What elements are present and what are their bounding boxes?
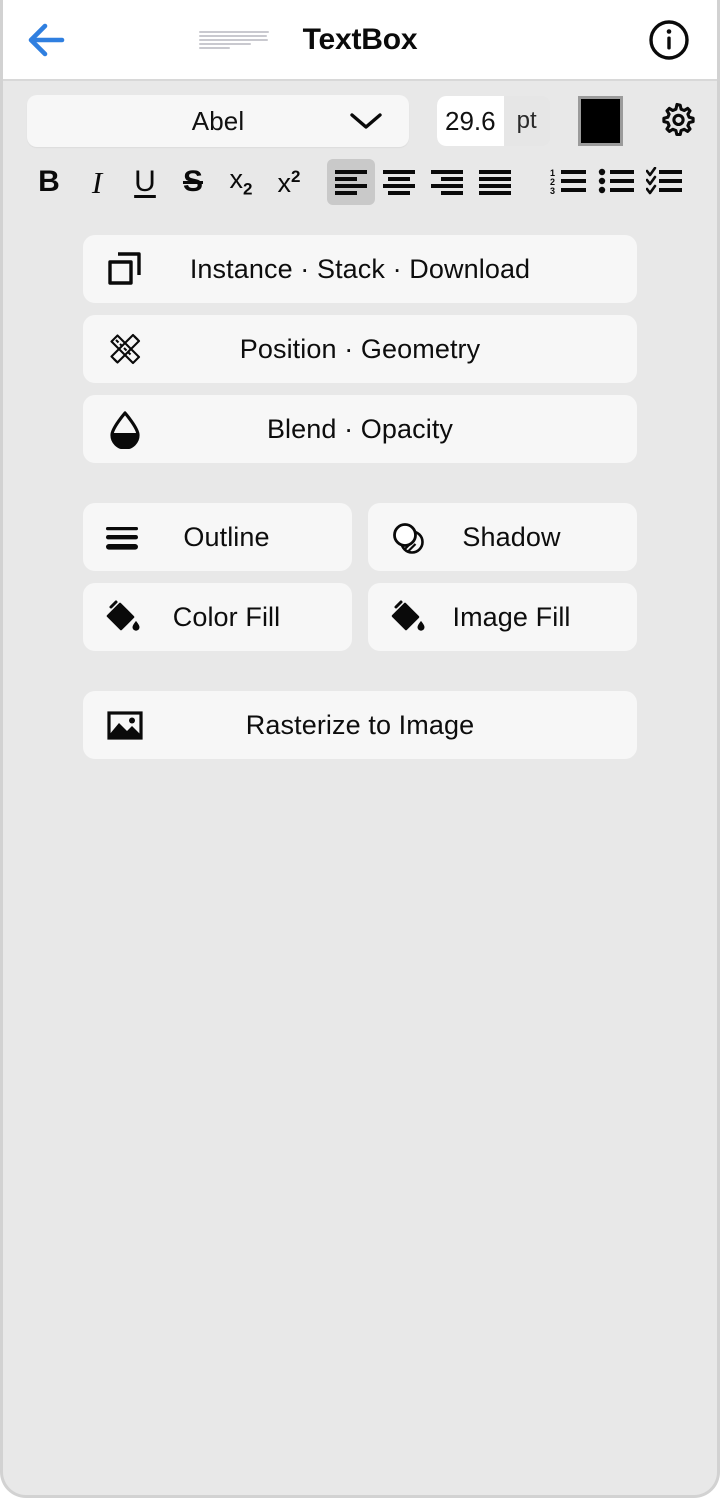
card-label: Shadow	[462, 521, 561, 552]
align-center-button[interactable]	[375, 159, 423, 205]
align-left-button[interactable]	[327, 159, 375, 205]
card-label: Position · Geometry	[239, 333, 481, 364]
font-family-select[interactable]: Abel	[27, 95, 409, 147]
section-divider	[83, 663, 637, 691]
underline-icon: U	[134, 165, 156, 198]
rasterize-to-image-button[interactable]: Rasterize to Image	[83, 691, 637, 759]
font-size-unit: pt	[503, 96, 550, 146]
color-fill-button[interactable]: Color Fill	[83, 583, 352, 651]
numbered-list-icon: 1 2 3	[550, 167, 588, 197]
text-preview-thumbnail	[199, 23, 269, 57]
instance-stack-download-button[interactable]: Instance · Stack · Download	[83, 235, 637, 303]
strikethrough-button[interactable]: S	[169, 159, 217, 205]
bold-button[interactable]: B	[25, 159, 73, 205]
text-color-swatch[interactable]	[577, 96, 623, 146]
droplet-icon	[83, 409, 167, 449]
options-grid-row: Outline Shadow	[83, 503, 637, 571]
card-label: Blend · Opacity	[266, 413, 454, 444]
subscript-button[interactable]: x2	[217, 159, 265, 205]
app-header: TextBox	[3, 0, 717, 81]
checklist-button[interactable]	[641, 159, 689, 205]
settings-button[interactable]	[657, 99, 697, 143]
chevron-down-icon	[349, 111, 383, 131]
page-title: TextBox	[302, 22, 418, 56]
bold-icon: B	[38, 165, 60, 198]
strikethrough-icon: S	[182, 165, 203, 198]
options-grid-row: Color Fill Image Fill	[83, 583, 637, 651]
paint-bucket-icon	[368, 597, 446, 637]
gear-icon	[657, 101, 697, 141]
subscript-icon: x2	[229, 164, 253, 199]
app-screen: TextBox Abel 29.6 pt B I U S x2 x2 1 2 3…	[0, 0, 720, 1498]
align-right-button[interactable]	[423, 159, 471, 205]
align-left-icon	[333, 167, 369, 197]
shadow-circles-icon	[368, 517, 446, 557]
underline-button[interactable]: U	[121, 159, 169, 205]
arrow-left-icon	[26, 23, 66, 57]
image-fill-button[interactable]: Image Fill	[368, 583, 637, 651]
ruler-pencil-icon	[83, 329, 167, 369]
image-icon	[83, 705, 167, 745]
superscript-icon: x2	[277, 166, 301, 198]
font-family-value: Abel	[191, 105, 245, 136]
italic-button[interactable]: I	[73, 159, 121, 205]
numbered-list-button[interactable]: 1 2 3	[545, 159, 593, 205]
font-size-input[interactable]: 29.6	[437, 96, 504, 146]
bulleted-list-icon	[598, 167, 636, 197]
paint-bucket-icon	[83, 597, 161, 637]
options-list: Instance · Stack · Download Position · G…	[3, 217, 717, 759]
card-label: Instance · Stack · Download	[189, 253, 531, 284]
bulleted-list-button[interactable]	[593, 159, 641, 205]
info-circle-icon	[647, 18, 691, 62]
font-size-field[interactable]: 29.6 pt	[437, 96, 550, 146]
italic-icon: I	[91, 164, 103, 200]
outline-lines-icon	[83, 521, 161, 553]
position-geometry-button[interactable]: Position · Geometry	[83, 315, 637, 383]
card-label: Image Fill	[452, 601, 571, 632]
align-right-icon	[429, 167, 465, 197]
align-justify-icon	[477, 167, 513, 197]
font-toolbar: Abel 29.6 pt	[3, 81, 717, 155]
svg-text:3: 3	[550, 186, 555, 196]
align-justify-button[interactable]	[471, 159, 519, 205]
back-button[interactable]	[3, 0, 89, 79]
align-center-icon	[381, 167, 417, 197]
outline-button[interactable]: Outline	[83, 503, 352, 571]
info-button[interactable]	[641, 12, 697, 68]
blend-opacity-button[interactable]: Blend · Opacity	[83, 395, 637, 463]
card-label: Color Fill	[172, 601, 281, 632]
section-divider	[83, 475, 637, 503]
superscript-button[interactable]: x2	[265, 159, 313, 205]
format-toolbar: B I U S x2 x2 1 2 3	[3, 155, 717, 217]
checklist-icon	[646, 167, 684, 197]
copy-stack-icon	[83, 249, 167, 289]
card-label: Rasterize to Image	[245, 709, 475, 740]
card-label: Outline	[183, 521, 270, 552]
shadow-button[interactable]: Shadow	[368, 503, 637, 571]
